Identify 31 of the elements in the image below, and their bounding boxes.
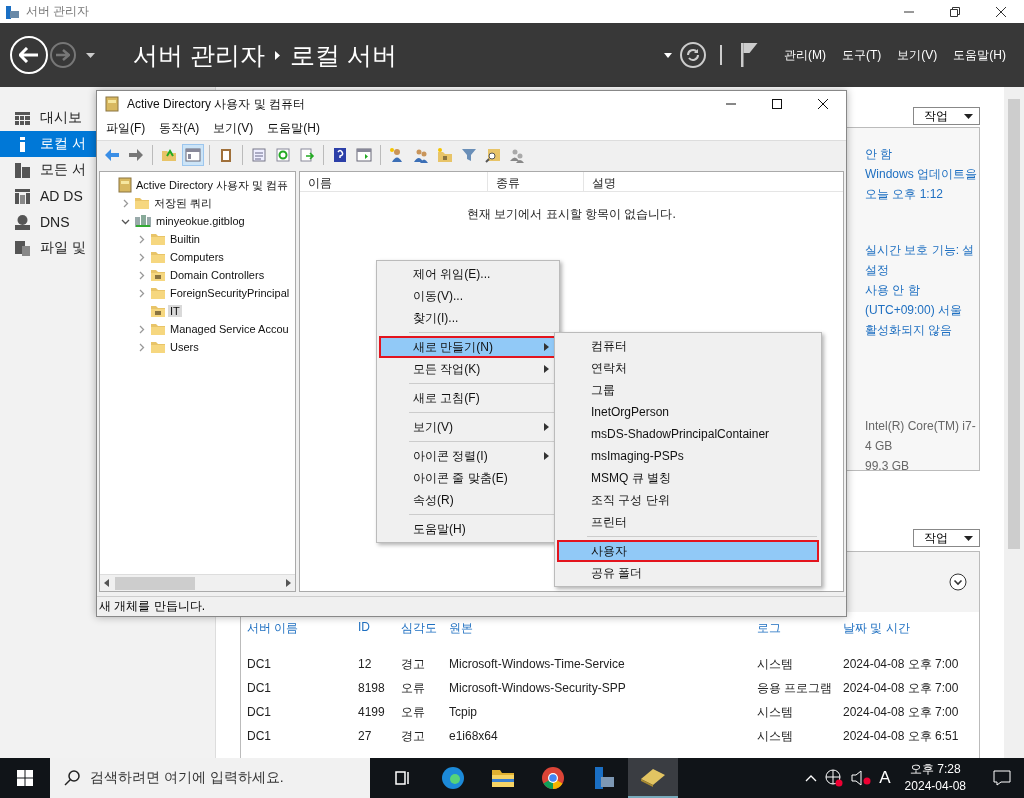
table-cell-text: e1i68x64 (449, 728, 499, 745)
property-value: Intel(R) Core(TM) i7- (865, 418, 977, 435)
table-cell-text: 경고 (401, 728, 426, 745)
table-cell-text: DC1 (247, 728, 272, 745)
table-cell-text: 2024-04-08 오후 6:51 (843, 728, 960, 745)
table-cell-text: 시스템 (757, 728, 794, 745)
table-cell-text: DC1 (247, 704, 272, 721)
table-cell-text: DC1 (247, 680, 272, 697)
table-cell-text: 2024-04-08 오후 7:00 (843, 656, 960, 673)
table-cell-text: Tcpip (449, 704, 478, 721)
property-value: 4 GB (865, 438, 894, 455)
table-cell-text: DC1 (247, 656, 272, 673)
status-text: 새 개체를 만듭니다. (99, 598, 205, 615)
table-cell-text: 시스템 (757, 704, 794, 721)
table-cell-text: 오류 (401, 704, 426, 721)
table-cell-text: Microsoft-Windows-Time-Service (449, 656, 626, 673)
table-cell-text: 경고 (401, 656, 426, 673)
table-cell-text: 오류 (401, 680, 426, 697)
dialog-title: Active Directory 사용자 및 컴퓨터 (127, 95, 306, 113)
table-cell-text: 4199 (358, 704, 386, 721)
table-cell-text: 2024-04-08 오후 7:00 (843, 704, 960, 721)
window-title: 서버 관리자 (26, 3, 90, 20)
table-cell-text: 시스템 (757, 656, 794, 673)
table-cell-text: 8198 (358, 680, 386, 697)
table-cell-text: 응용 프로그램 (757, 680, 834, 697)
table-cell-text: Microsoft-Windows-Security-SPP (449, 680, 627, 697)
empty-message: 현재 보기에서 표시할 항목이 없습니다. (466, 206, 677, 223)
property-value: 99.3 GB (865, 458, 911, 470)
table-cell-text: 12 (358, 656, 373, 673)
table-cell-text: 27 (358, 728, 373, 745)
table-cell-text: 2024-04-08 오후 7:00 (843, 680, 960, 697)
